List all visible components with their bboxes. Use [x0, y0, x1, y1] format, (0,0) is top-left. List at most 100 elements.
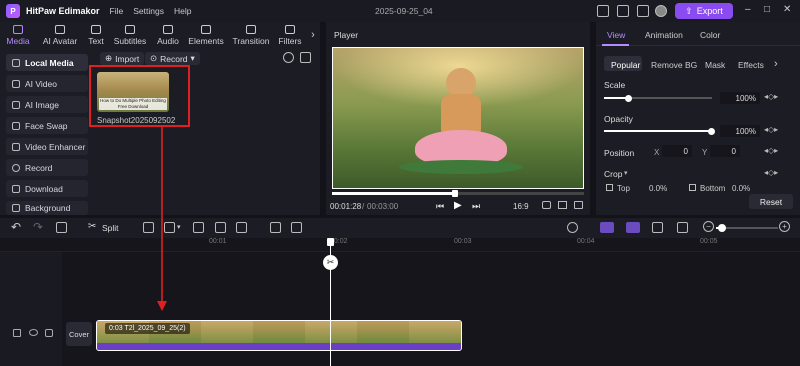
menu-file[interactable]: File — [110, 6, 124, 16]
split-label[interactable]: Split — [102, 223, 119, 233]
subtab-remove-bg[interactable]: Remove BG — [651, 60, 697, 70]
tab-media[interactable]: Media — [0, 22, 36, 48]
zoom-slider[interactable] — [716, 224, 778, 232]
tab-ai-avatar[interactable]: AI Avatar — [36, 22, 84, 48]
tab-animation[interactable]: Animation — [645, 30, 683, 40]
zoom-out-icon[interactable]: − — [703, 221, 714, 232]
time-ruler[interactable]: 00:01 00:02 00:03 00:04 00:05 — [0, 238, 800, 252]
menu-help[interactable]: Help — [174, 6, 191, 16]
crop-top-checkbox[interactable] — [606, 184, 613, 191]
export-clip-icon[interactable] — [291, 222, 302, 233]
highlight-box — [89, 65, 190, 127]
close-icon[interactable]: ✕ — [783, 5, 791, 15]
text-tool-chevron-icon[interactable]: ▾ — [177, 223, 181, 231]
minimize-icon[interactable]: – — [745, 5, 751, 15]
playhead-handle[interactable] — [327, 238, 334, 246]
fullscreen-icon[interactable] — [574, 201, 583, 209]
opacity-keyframe-icon[interactable]: ◂◇▸ — [764, 125, 778, 134]
zoom-slider-knob[interactable] — [718, 224, 726, 232]
tab-view[interactable]: View — [607, 30, 625, 40]
undo-icon[interactable]: ↶ — [11, 220, 21, 234]
tab-text[interactable]: Text — [84, 22, 108, 48]
opacity-value[interactable]: 100% — [720, 125, 760, 137]
gift-icon[interactable] — [637, 5, 649, 17]
record-button[interactable]: ⊙ Record ▾ — [145, 52, 200, 65]
sidebar-item-local-media[interactable]: Local Media — [6, 54, 88, 71]
tab-elements[interactable]: Elements — [184, 22, 228, 48]
sidebar-item-video-enhancer[interactable]: Video Enhancer — [6, 138, 88, 155]
video-preview[interactable] — [332, 47, 584, 189]
sidebar-item-ai-video[interactable]: AI Video — [6, 75, 88, 92]
magnet-icon[interactable] — [652, 222, 663, 233]
subtab-popular[interactable]: Popular — [611, 60, 640, 70]
tab-color[interactable]: Color — [700, 30, 720, 40]
prev-frame-icon[interactable]: ⏮ — [436, 201, 444, 212]
video-clip[interactable]: 0:03 T2l_2025_09_25(2) — [96, 320, 462, 351]
crop-chevron-icon[interactable]: ▾ — [624, 169, 628, 177]
subtab-effects[interactable]: Effects — [738, 60, 764, 70]
crop-bottom-value[interactable]: 0.0% — [732, 184, 750, 193]
position-keyframe-icon[interactable]: ◂◇▸ — [764, 146, 778, 155]
sidebar-item-record[interactable]: Record — [6, 159, 88, 176]
export-button[interactable]: ⇧ Export — [675, 3, 733, 19]
y-value[interactable]: 0 — [710, 145, 740, 157]
crop-top-value[interactable]: 0.0% — [649, 184, 667, 193]
delete-icon[interactable] — [56, 222, 67, 233]
fit-icon[interactable] — [677, 222, 688, 233]
avatar[interactable] — [655, 5, 667, 17]
play-icon[interactable]: ▶ — [454, 200, 462, 211]
x-value[interactable]: 0 — [662, 145, 692, 157]
subtab-mask[interactable]: Mask — [705, 60, 725, 70]
subtabs-next-icon[interactable]: › — [774, 58, 778, 70]
scale-value[interactable]: 100% — [720, 92, 760, 104]
ai-tool-icon[interactable] — [236, 222, 247, 233]
snapshot-icon[interactable] — [542, 201, 551, 209]
menu-settings[interactable]: Settings — [133, 6, 164, 16]
tab-audio[interactable]: Audio — [152, 22, 184, 48]
folder-icon — [12, 58, 20, 67]
opacity-slider[interactable] — [604, 127, 715, 135]
tab-subtitles[interactable]: Subtitles — [108, 22, 152, 48]
position-label: Position — [604, 148, 635, 158]
playback-track[interactable] — [332, 190, 584, 197]
list-view-icon[interactable] — [300, 52, 311, 63]
next-frame-icon[interactable]: ⏭ — [472, 201, 480, 212]
tabs-next-icon[interactable]: › — [306, 22, 320, 48]
split-icon[interactable]: ✂ — [88, 221, 96, 232]
crop-label[interactable]: Crop — [604, 169, 622, 179]
freeze-frame-icon[interactable] — [215, 222, 226, 233]
duplicate-icon[interactable] — [270, 222, 281, 233]
playback-handle[interactable] — [452, 190, 459, 197]
zoom-in-icon[interactable]: + — [779, 221, 790, 232]
crop-tool-icon[interactable] — [193, 222, 204, 233]
search-icon[interactable] — [283, 52, 294, 63]
tab-filters[interactable]: Filters — [274, 22, 306, 48]
opacity-slider-knob[interactable] — [708, 127, 715, 135]
link-icon[interactable] — [600, 222, 614, 233]
track-visibility-icon[interactable] — [29, 329, 38, 336]
aspect-ratio-select[interactable]: 16:9 — [513, 202, 529, 211]
sidebar-item-background[interactable]: Background — [6, 201, 88, 215]
grid-icon[interactable] — [558, 201, 567, 209]
cover-button[interactable]: Cover — [66, 322, 92, 346]
scale-slider-knob[interactable] — [625, 94, 632, 102]
sidebar-item-face-swap[interactable]: Face Swap — [6, 117, 88, 134]
notification-icon[interactable] — [597, 5, 609, 17]
sidebar-item-download[interactable]: Download — [6, 180, 88, 197]
microphone-icon[interactable] — [567, 222, 578, 233]
maximize-icon[interactable]: □ — [764, 5, 770, 15]
track-audio-icon[interactable] — [45, 329, 53, 337]
scale-slider[interactable] — [604, 94, 712, 102]
crop-bottom-checkbox[interactable] — [689, 184, 696, 191]
redo-icon[interactable]: ↷ — [33, 220, 43, 234]
reset-button[interactable]: Reset — [749, 194, 793, 209]
crop-keyframe-icon[interactable]: ◂◇▸ — [764, 168, 778, 177]
split-scissors-icon[interactable]: ✂ — [323, 255, 338, 270]
track-lock-icon[interactable] — [13, 329, 21, 337]
scale-keyframe-icon[interactable]: ◂◇▸ — [764, 92, 778, 101]
tab-transition[interactable]: Transition — [228, 22, 274, 48]
snap-icon[interactable] — [626, 222, 640, 233]
inbox-icon[interactable] — [617, 5, 629, 17]
sidebar-item-ai-image[interactable]: AI Image — [6, 96, 88, 113]
import-button[interactable]: ⊕ Import — [100, 52, 145, 65]
